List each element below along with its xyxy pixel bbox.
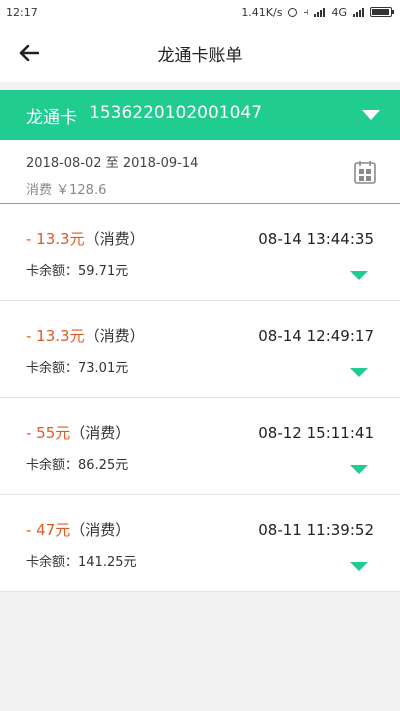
- timestamp: 08-14 13:44:35: [258, 229, 374, 248]
- nav-bar: 龙通卡账单: [0, 24, 400, 82]
- amount: - 47元: [26, 521, 71, 539]
- timestamp: 08-14 12:49:17: [258, 326, 374, 345]
- card-info: 龙通卡 1536220102001047: [26, 103, 262, 128]
- back-button[interactable]: [16, 40, 42, 66]
- amount: - 55元: [26, 424, 71, 442]
- network-speed: 1.41K/s: [241, 5, 283, 19]
- battery-icon: [370, 7, 394, 17]
- card-number: 1536220102001047: [89, 102, 263, 123]
- status-time: 12:17: [6, 5, 38, 19]
- calendar-button[interactable]: [354, 160, 376, 184]
- balance: 卡余额：141.25元: [26, 555, 137, 570]
- expand-icon[interactable]: [350, 271, 368, 280]
- balance: 卡余额：59.71元: [26, 264, 129, 279]
- list-item[interactable]: - 47元（消费） 08-11 11:39:52 卡余额：141.25元: [0, 495, 400, 592]
- arrow-left-icon: [19, 45, 39, 61]
- type: （消费）: [84, 230, 145, 248]
- amount: - 13.3元: [26, 230, 85, 248]
- type: （消费）: [70, 424, 131, 442]
- date-range: 2018-08-02 至 2018-09-14: [26, 156, 199, 171]
- calendar-icon: [354, 161, 376, 184]
- balance: 卡余额：73.01元: [26, 361, 129, 376]
- signal-icon: [314, 7, 326, 17]
- balance: 卡余额：86.25元: [26, 458, 129, 473]
- triangle-down-icon[interactable]: [362, 110, 380, 120]
- type: （消费）: [84, 327, 145, 345]
- amount: - 13.3元: [26, 327, 85, 345]
- list-item[interactable]: - 55元（消费） 08-12 15:11:41 卡余额：86.25元: [0, 398, 400, 495]
- list-item[interactable]: - 13.3元（消费） 08-14 12:49:17 卡余额：73.01元: [0, 301, 400, 398]
- timestamp: 08-12 15:11:41: [258, 423, 374, 442]
- summary-panel: 2018-08-02 至 2018-09-14 消费 ￥128.6: [0, 140, 400, 204]
- page-title: 龙通卡账单: [157, 45, 243, 66]
- card-selector[interactable]: 龙通卡 1536220102001047: [0, 90, 400, 140]
- vibrate-icon: ⫞: [303, 6, 309, 18]
- expand-icon[interactable]: [350, 562, 368, 571]
- status-bar: 12:17 1.41K/s ⫞ 4G: [0, 0, 400, 24]
- alarm-icon: [288, 7, 298, 17]
- total-spent: 消费 ￥128.6: [26, 183, 107, 198]
- card-label: 龙通卡: [26, 107, 77, 128]
- list-item[interactable]: - 13.3元（消费） 08-14 13:44:35 卡余额：59.71元: [0, 204, 400, 301]
- type: （消费）: [70, 521, 131, 539]
- expand-icon[interactable]: [350, 368, 368, 377]
- expand-icon[interactable]: [350, 465, 368, 474]
- signal-icon-2: [353, 7, 364, 17]
- status-icons: 1.41K/s ⫞ 4G: [241, 5, 394, 19]
- network-type: 4G: [331, 5, 347, 19]
- timestamp: 08-11 11:39:52: [258, 520, 374, 539]
- transaction-list: - 13.3元（消费） 08-14 13:44:35 卡余额：59.71元 - …: [0, 204, 400, 592]
